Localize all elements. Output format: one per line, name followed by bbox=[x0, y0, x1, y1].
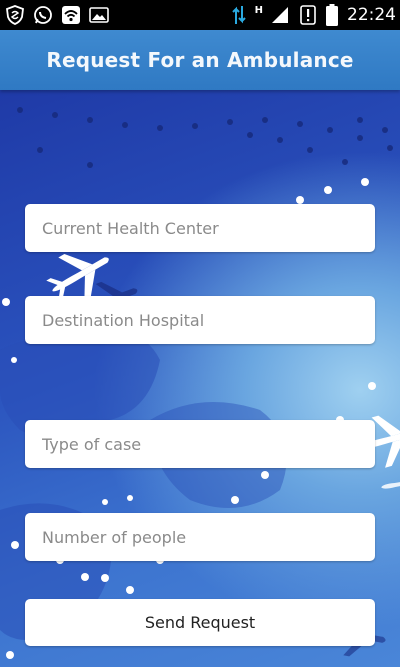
current-health-center-input[interactable] bbox=[42, 218, 375, 238]
clock: 22:24 bbox=[347, 5, 396, 25]
number-of-people-input[interactable] bbox=[42, 527, 375, 547]
flight-routes-illustration bbox=[0, 107, 400, 659]
type-of-case-field[interactable] bbox=[25, 420, 375, 468]
wifi-icon bbox=[60, 4, 82, 26]
type-of-case-input[interactable] bbox=[42, 434, 375, 454]
send-request-button[interactable]: Send Request bbox=[25, 599, 375, 646]
battery-icon bbox=[325, 4, 339, 26]
destination-hospital-input[interactable] bbox=[42, 310, 375, 330]
image-icon bbox=[88, 4, 110, 26]
whatsapp-icon bbox=[32, 4, 54, 26]
alert-icon bbox=[297, 4, 319, 26]
network-type-label: H bbox=[254, 4, 263, 16]
page-title: Request For an Ambulance bbox=[46, 48, 354, 72]
current-health-center-field[interactable] bbox=[25, 204, 375, 252]
world-map-background bbox=[0, 90, 400, 667]
destination-hospital-field[interactable] bbox=[25, 296, 375, 344]
number-of-people-field[interactable] bbox=[25, 513, 375, 561]
app-bar: Request For an Ambulance bbox=[0, 30, 400, 90]
status-bar: H 22:24 bbox=[0, 0, 400, 30]
shield-icon bbox=[4, 4, 26, 26]
signal-icon bbox=[269, 4, 291, 26]
